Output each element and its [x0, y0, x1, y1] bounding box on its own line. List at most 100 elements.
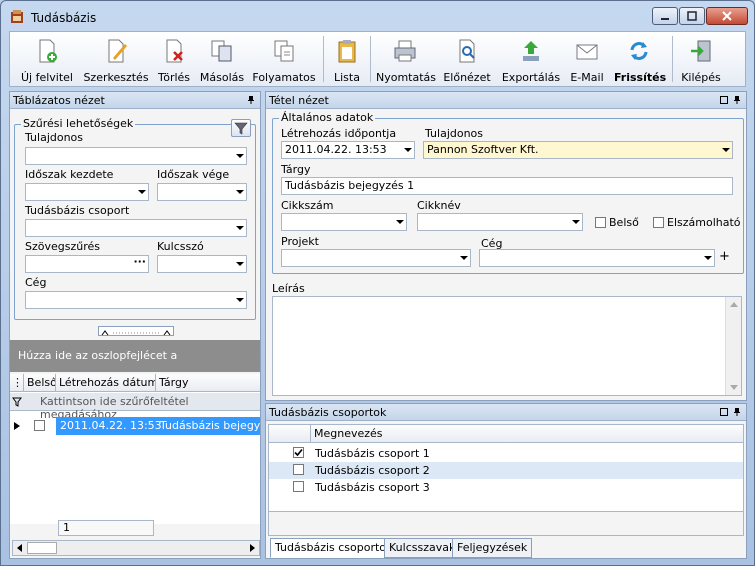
tab-keywords[interactable]: Kulcsszavak [384, 538, 461, 558]
toolbar-separator [323, 36, 324, 82]
description-textarea[interactable] [272, 296, 742, 396]
list-item[interactable]: Tudásbázis csoport 3 [269, 479, 743, 496]
column-header-name[interactable]: Megnevezés [311, 425, 743, 443]
chevron-down-icon [396, 220, 404, 224]
list-item[interactable]: Tudásbázis csoport 2 [269, 462, 743, 479]
row-indicator-icon [14, 422, 20, 430]
column-header-created[interactable]: Létrehozás dátuma [56, 374, 156, 392]
column-chooser-icon[interactable]: ⋮ [10, 374, 24, 392]
period-end-select[interactable] [157, 183, 247, 201]
chevron-down-icon [460, 256, 468, 260]
exit-door-icon [691, 40, 711, 62]
owner-select[interactable]: Pannon Szoftver Kft. [423, 141, 733, 159]
bottom-tabs: Tudásbázis csoportok Kulcsszavak Feljegy… [270, 538, 744, 558]
chevron-down-icon [572, 220, 580, 224]
item-number-select[interactable] [281, 213, 407, 231]
email-button[interactable]: E-Mail [568, 36, 606, 86]
check-icon [294, 448, 303, 457]
restore-icon[interactable] [720, 96, 728, 104]
tab-kb-groups[interactable]: Tudásbázis csoportok [270, 538, 398, 558]
print-button[interactable]: Nyomtatás [376, 36, 436, 86]
ongoing-button[interactable]: Folyamatos [252, 36, 316, 86]
chevron-down-icon [236, 298, 244, 302]
scroll-left-icon[interactable] [15, 543, 25, 553]
chevron-down-icon [236, 154, 244, 158]
list-item[interactable]: Tudásbázis csoport 1 [269, 445, 743, 462]
pin-icon[interactable] [732, 95, 742, 105]
group-3-checkbox[interactable] [293, 481, 304, 492]
billable-checkbox[interactable] [653, 217, 664, 228]
kb-groups-list: Megnevezés Tudásbázis csoport 1 Tudásbáz… [268, 424, 744, 536]
row-internal-checkbox[interactable] [34, 420, 45, 431]
horizontal-scrollbar[interactable] [12, 540, 260, 556]
chevron-down-icon [722, 148, 730, 152]
scroll-right-icon[interactable] [247, 543, 257, 553]
minimize-icon [661, 18, 669, 20]
envelope-icon [576, 44, 598, 60]
created-datetime-select[interactable]: 2011.04.22. 13:53 [281, 141, 415, 159]
clipboard-icon [338, 40, 356, 63]
kb-group-filter-select[interactable] [25, 219, 247, 237]
toolbar-separator [370, 36, 371, 82]
refresh-button[interactable]: Frissítés [614, 36, 666, 86]
maximize-button[interactable] [679, 7, 705, 25]
project-select[interactable] [281, 249, 471, 267]
maximize-icon [687, 11, 697, 21]
company-select[interactable] [479, 249, 715, 267]
period-start-select[interactable] [25, 183, 149, 201]
export-button[interactable]: Exportálás [500, 36, 562, 86]
scroll-up-icon[interactable] [729, 300, 739, 308]
item-name-select[interactable] [417, 213, 583, 231]
filter-group: Szűrési lehetőségek Tulajdonos Időszak k… [14, 117, 256, 320]
group-2-checkbox[interactable] [293, 464, 304, 475]
ongoing-icon [274, 40, 294, 62]
vertical-scrollbar[interactable] [725, 297, 741, 395]
close-button[interactable] [706, 7, 748, 25]
keyword-filter-select[interactable] [157, 255, 247, 273]
title-bar: Tudásbázis [1, 1, 754, 31]
list-footer [269, 511, 743, 535]
subject-input[interactable]: Tudásbázis bejegyzés 1 [281, 177, 733, 195]
kb-groups-header: Tudásbázis csoportok [266, 404, 746, 421]
tab-notes[interactable]: Feljegyzések [452, 538, 533, 558]
printer-icon [394, 40, 416, 62]
pin-icon[interactable] [246, 95, 256, 105]
chevron-down-icon [236, 226, 244, 230]
column-header-subject[interactable]: Tárgy [156, 374, 260, 392]
restore-icon[interactable] [720, 408, 728, 416]
general-data-group: Általános adatok Létrehozás időpontja Tu… [272, 111, 744, 274]
list-button[interactable]: Lista [330, 36, 364, 86]
item-view-header: Tétel nézet [266, 92, 746, 109]
exit-button[interactable]: Kilépés [680, 36, 722, 86]
row-subject: Tudásbázis bejegyzés 1 [160, 419, 260, 432]
text-filter-input[interactable]: ··· [25, 255, 149, 273]
column-header-internal[interactable]: Belső [24, 374, 56, 392]
edit-button[interactable]: Szerkesztés [82, 36, 150, 86]
table-row[interactable]: 2011.04.22. 13:53 Tudásbázis bejegyzés 1 [10, 417, 260, 435]
new-button[interactable]: Új felvitel [16, 36, 78, 86]
internal-checkbox[interactable] [595, 217, 606, 228]
copy-icon [211, 40, 232, 62]
scroll-thumb[interactable] [27, 542, 57, 554]
ellipsis-icon[interactable]: ··· [133, 256, 146, 270]
owner-filter-select[interactable] [25, 147, 247, 165]
chevron-down-icon [236, 190, 244, 194]
company-filter-select[interactable] [25, 291, 247, 309]
filter-settings-button[interactable] [231, 119, 251, 137]
copy-button[interactable]: Másolás [198, 36, 246, 86]
refresh-icon [630, 42, 648, 60]
splitter-handle[interactable] [98, 326, 174, 336]
delete-button[interactable]: Törlés [154, 36, 194, 86]
grid-header: ⋮ Belső Létrehozás dátuma Tárgy [10, 374, 260, 392]
group-by-area[interactable]: Húzza ide az oszlopfejlécet a csoportosí… [10, 340, 260, 394]
page-number-field[interactable]: 1 [58, 520, 154, 536]
scroll-down-icon[interactable] [729, 384, 739, 392]
item-view-panel: Tétel nézet Általános adatok Létrehozás … [265, 91, 747, 401]
pin-icon[interactable] [732, 407, 742, 417]
group-1-checkbox[interactable] [293, 447, 304, 458]
table-view-header: Táblázatos nézet [10, 92, 260, 109]
filter-row[interactable]: Kattintson ide szűrőfeltétel megadásához [10, 393, 260, 421]
preview-button[interactable]: Előnézet [442, 36, 492, 86]
minimize-button[interactable] [652, 7, 678, 25]
add-company-icon[interactable]: + [719, 249, 730, 264]
